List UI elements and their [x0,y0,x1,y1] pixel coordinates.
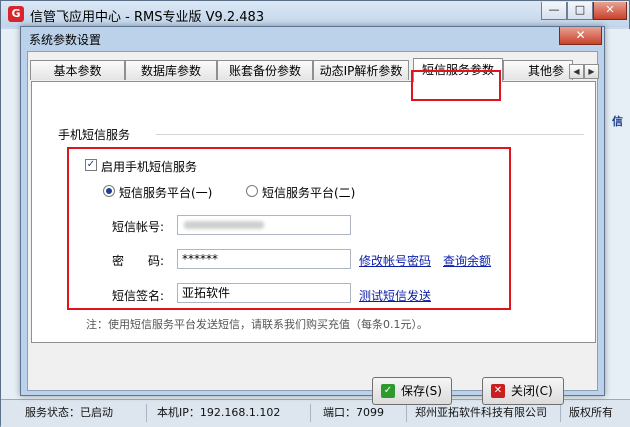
port: 端口：7099 [317,404,407,422]
sms-group-label: 手机短信服务 [58,128,131,142]
tab-scroll-left-icon[interactable]: ◀ [569,64,584,79]
enable-sms-checkbox[interactable]: ✓ [85,159,97,171]
group-divider [156,134,584,135]
dialog-title: 系统参数设置 [29,33,102,47]
tab-basic[interactable]: 基本参数 [30,60,125,80]
app-close-button[interactable]: ✕ [593,2,627,20]
local-ip: 本机IP：192.168.1.102 [151,404,311,422]
settings-dialog: 系统参数设置 ✕ 基本参数 数据库参数 账套备份参数 动态IP解析参数 短信服务… [20,26,605,405]
close-button[interactable]: ✕ 关闭(C) [482,377,564,405]
account-redacted [184,221,264,229]
enable-sms-label: 启用手机短信服务 [101,160,198,174]
background-side-text: 信 [612,115,623,128]
tab-dynamic-ip[interactable]: 动态IP解析参数 [313,60,409,80]
tab-strip: 基本参数 数据库参数 账套备份参数 动态IP解析参数 短信服务参数 其他参数 ◀… [28,58,599,82]
platform-2-label: 短信服务平台(二) [262,186,356,200]
close-icon: ✕ [491,384,505,398]
check-icon: ✓ [381,384,395,398]
dialog-body: 基本参数 数据库参数 账套备份参数 动态IP解析参数 短信服务参数 其他参数 ◀… [27,51,599,405]
signature-field[interactable]: 亚拓软件 [177,283,351,303]
copyright: 版权所有 [569,406,613,419]
close-button-label: 关闭(C) [511,384,553,398]
sms-note: 注：使用短信服务平台发送短信，请联系我们购买充值（每条0.1元）。 [86,318,428,331]
service-status: 服务状态：已启动 [19,404,147,422]
platform-1-radio[interactable] [103,185,115,197]
tab-highlight [411,70,501,101]
tab-scroll-right-icon[interactable]: ▶ [584,64,599,79]
account-field[interactable] [177,215,351,235]
change-password-link[interactable]: 修改帐号密码 [359,252,431,269]
minimize-button[interactable]: — [541,2,567,20]
test-send-link[interactable]: 测试短信发送 [359,287,431,304]
signature-label: 短信签名: [112,289,165,303]
query-balance-link[interactable]: 查询余额 [443,252,491,269]
password-field[interactable]: ****** [177,249,351,269]
platform-1-label: 短信服务平台(一) [119,186,213,200]
main-title-bar: G 信管飞应用中心 - RMS专业版 V9.2.483 — □ ✕ [1,1,629,27]
save-button-label: 保存(S) [401,384,442,398]
platform-2-radio[interactable] [246,185,258,197]
maximize-button[interactable]: □ [567,2,593,20]
save-button[interactable]: ✓ 保存(S) [372,377,452,405]
company-name: 郑州亚拓软件科技有限公司 [409,404,561,422]
app-logo-icon: G [8,6,24,22]
app-title: 信管飞应用中心 - RMS专业版 V9.2.483 [30,10,265,25]
tab-database[interactable]: 数据库参数 [125,60,217,80]
tab-other[interactable]: 其他参数 [503,60,573,80]
account-label: 短信帐号: [112,220,165,234]
tab-backup[interactable]: 账套备份参数 [217,60,313,80]
dialog-close-button[interactable]: ✕ [559,27,602,45]
password-label: 密 码: [112,254,165,268]
